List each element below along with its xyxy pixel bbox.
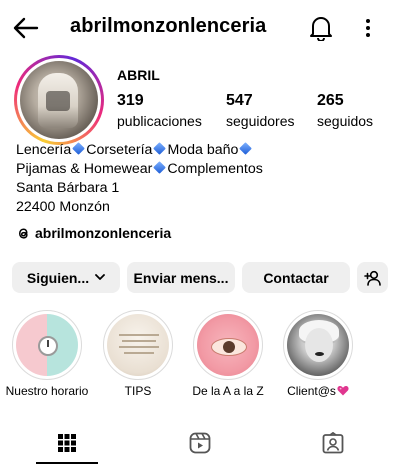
grid-icon — [57, 433, 76, 452]
contact-button-label: Contactar — [263, 269, 329, 286]
chevron-down-icon — [95, 274, 106, 281]
display-name: ABRIL — [117, 67, 160, 83]
highlight-clientes[interactable]: Client@s — [274, 310, 362, 398]
threads-link[interactable]: abrilmonzonlenceria — [16, 225, 171, 241]
notifications-button[interactable] — [306, 13, 336, 43]
stat-posts[interactable]: 319 publicaciones — [117, 92, 202, 129]
reels-icon — [189, 432, 210, 453]
highlight-label: Nuestro horario — [5, 384, 89, 398]
suggested-users-button[interactable] — [357, 262, 388, 293]
blue-diamond-icon — [72, 142, 86, 155]
profile-avatar[interactable] — [14, 55, 104, 145]
active-tab-indicator — [36, 462, 98, 464]
posts-count: 319 — [117, 92, 144, 109]
tab-reels[interactable] — [133, 420, 266, 465]
tab-posts-grid[interactable] — [0, 420, 133, 465]
blue-diamond-icon — [153, 161, 167, 174]
followers-count: 547 — [226, 92, 253, 109]
highlight-tips[interactable]: TIPS — [94, 310, 182, 398]
profile-tab-bar — [0, 420, 400, 465]
pink-heart-icon — [337, 386, 349, 396]
top-bar: abrilmonzonlenceria — [0, 0, 400, 56]
threads-icon — [18, 227, 28, 239]
avatar-image — [20, 61, 98, 139]
message-button[interactable]: Enviar mens... — [127, 262, 235, 293]
highlight-de-la-a-a-la-z[interactable]: De la A a la Z — [184, 310, 272, 398]
stat-following[interactable]: 265 seguidos — [317, 92, 373, 129]
bio-line-1: Lencería Corsetería Moda baño — [16, 141, 263, 160]
add-user-icon — [363, 270, 381, 286]
followers-label: seguidores — [226, 113, 295, 129]
blue-diamond-icon — [153, 142, 167, 155]
message-button-label: Enviar mens... — [133, 269, 229, 286]
clock-highlight-cover — [16, 314, 78, 376]
profile-bio: Lencería Corsetería Moda baño Pijamas & Ho… — [16, 141, 263, 217]
bio-line-2: Pijamas & Homewear Complementos — [16, 161, 263, 177]
more-options-button[interactable] — [356, 13, 380, 43]
stat-followers[interactable]: 547 seguidores — [226, 92, 295, 129]
tips-highlight-cover — [107, 314, 169, 376]
tagged-user-icon — [322, 431, 343, 453]
portrait-highlight-cover — [287, 314, 349, 376]
following-label: seguidos — [317, 113, 374, 129]
following-button-label: Siguien... — [26, 269, 90, 286]
following-count: 265 — [317, 92, 344, 109]
highlight-label: Client@s — [274, 384, 362, 398]
more-vertical-icon — [366, 19, 370, 37]
tab-tagged[interactable] — [266, 420, 399, 465]
eye-highlight-cover — [197, 314, 259, 376]
bio-line-4: 22400 Monzón — [16, 199, 110, 215]
highlight-label: TIPS — [124, 384, 152, 398]
posts-label: publicaciones — [117, 113, 202, 129]
blue-diamond-icon — [239, 142, 253, 155]
contact-button[interactable]: Contactar — [242, 262, 350, 293]
following-button[interactable]: Siguien... — [12, 262, 120, 293]
threads-handle: abrilmonzonlenceria — [35, 225, 172, 241]
bell-icon — [310, 17, 332, 41]
profile-username: abrilmonzonlenceria — [70, 15, 267, 37]
bio-line-3: Santa Bárbara 1 — [16, 180, 120, 196]
arrow-left-icon — [13, 17, 39, 39]
highlight-label: De la A a la Z — [192, 384, 264, 398]
back-button[interactable] — [12, 14, 40, 42]
highlight-nuestro-horario[interactable]: Nuestro horario — [3, 310, 91, 398]
